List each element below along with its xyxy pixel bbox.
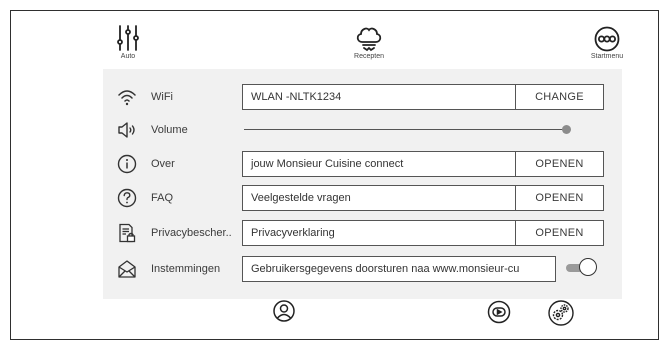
recipes-button[interactable]: Recepten [349,26,389,60]
wifi-icon [118,90,136,106]
faq-field: Veelgestelde vragen [242,185,516,211]
volume-row: Volume [103,117,622,143]
auto-button[interactable]: Auto [113,24,143,60]
speaker-icon [118,122,135,138]
consent-toggle-knob[interactable] [579,258,597,276]
wifi-change-button[interactable]: CHANGE [515,84,604,110]
faq-row: FAQ Veelgestelde vragen OPENEN [103,185,622,211]
consent-label: Instemmingen [151,263,221,275]
wifi-row: WiFi WLAN -NLTK1234 CHANGE [103,84,622,110]
privacy-label: Privacybescher.. [151,227,232,239]
consent-row: Instemmingen Gebruikersgegevens doorstur… [103,256,622,282]
wifi-network-field: WLAN -NLTK1234 [242,84,516,110]
faq-label: FAQ [151,192,174,204]
consent-field: Gebruikersgegevens doorsturen naa www.mo… [242,256,556,282]
volume-label: Volume [151,124,188,136]
envelope-icon [118,260,136,278]
about-field: jouw Monsieur Cuisine connect [242,151,516,177]
volume-slider-knob[interactable] [562,125,571,134]
sliders-icon [117,25,139,51]
start-menu-button[interactable]: Startmenu [585,26,629,60]
about-row: Over jouw Monsieur Cuisine connect OPENE… [103,151,622,177]
privacy-field: Privacyverklaring [242,220,516,246]
privacy-document-icon [119,223,136,243]
start-menu-label: Startmenu [590,53,624,60]
recipes-label: Recepten [354,53,384,60]
privacy-row: Privacybescher.. Privacyverklaring OPENE… [103,220,622,246]
settings-panel: WiFi WLAN -NLTK1234 CHANGE Volume Over j… [103,69,622,299]
info-icon [117,154,137,174]
user-icon[interactable] [273,300,295,322]
play-icon[interactable] [487,300,511,324]
about-label: Over [151,158,175,170]
start-menu-icon [594,26,620,52]
settings-gears-icon[interactable] [548,300,574,326]
privacy-open-button[interactable]: OPENEN [515,220,604,246]
chef-hat-icon [356,27,382,52]
faq-open-button[interactable]: OPENEN [515,185,604,211]
question-icon [117,188,137,208]
wifi-label: WiFi [151,91,173,103]
volume-slider[interactable] [244,129,569,130]
auto-label: Auto [120,53,136,60]
about-open-button[interactable]: OPENEN [515,151,604,177]
